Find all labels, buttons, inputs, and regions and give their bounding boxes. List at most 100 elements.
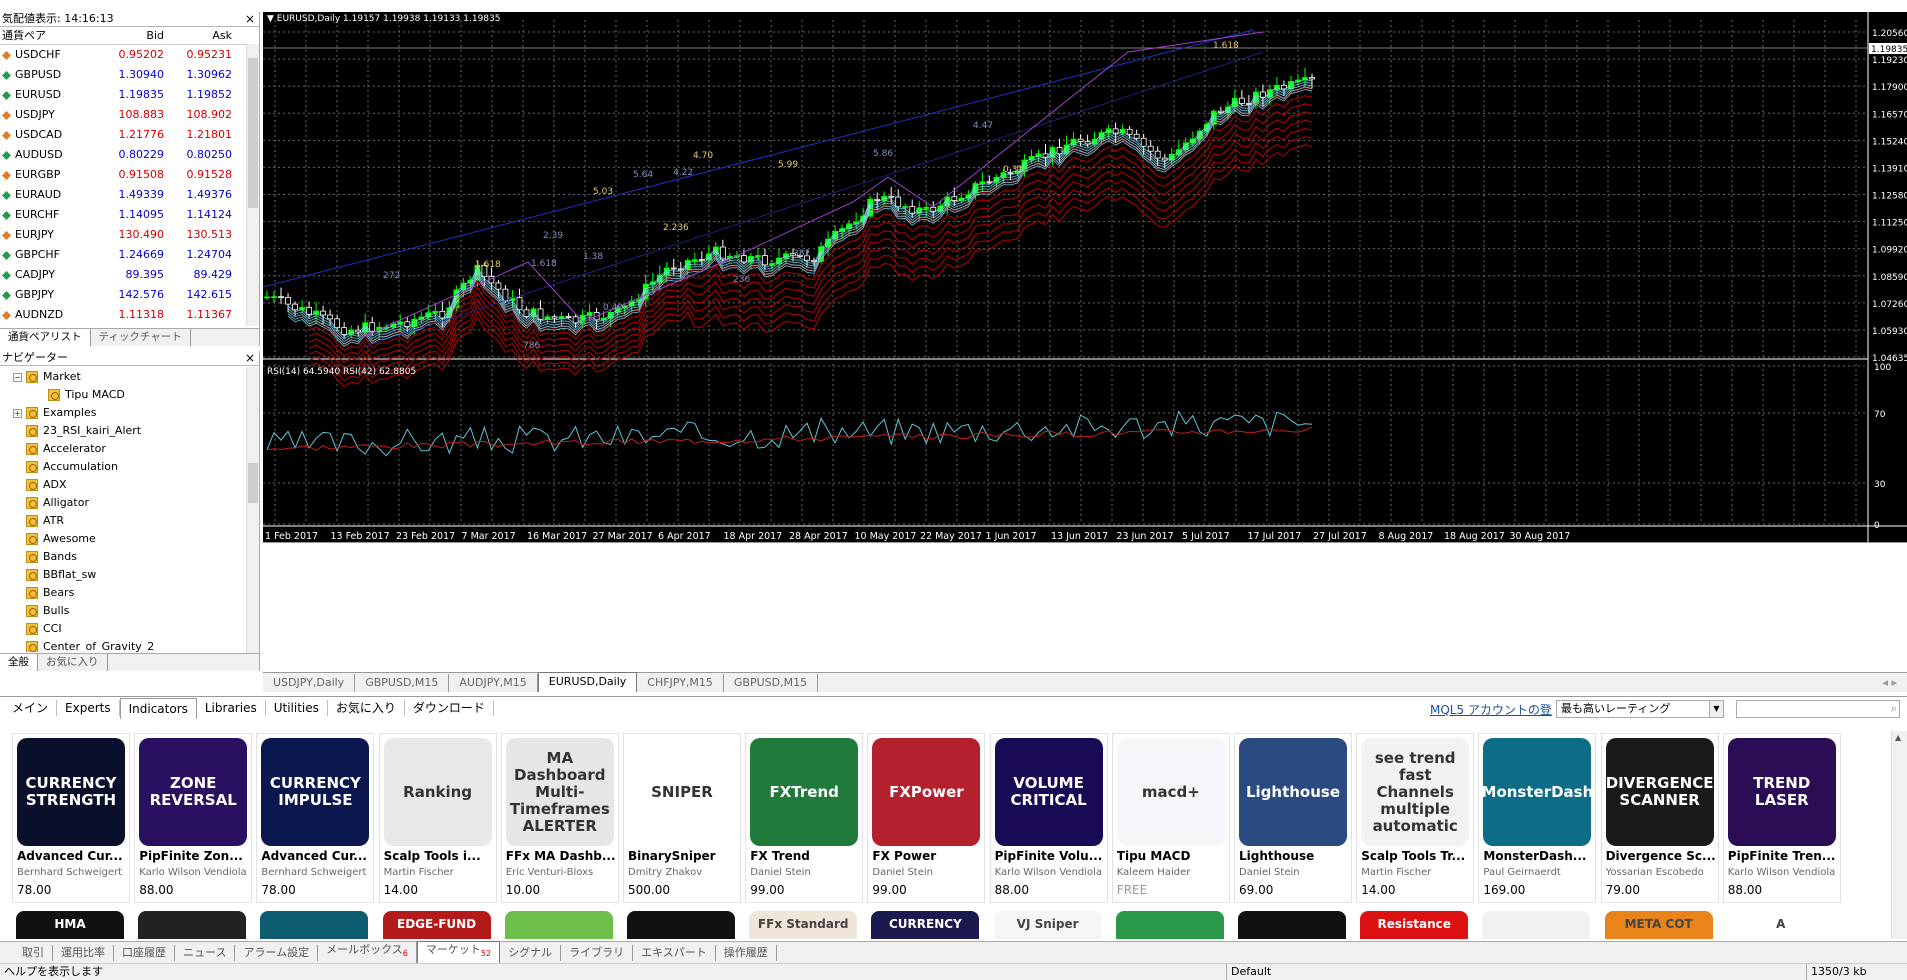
expand-icon[interactable]: + xyxy=(13,408,22,418)
chart-tab[interactable]: CHFJPY,M15 xyxy=(637,674,724,692)
product-card[interactable]: DIVERGENCE SCANNER Divergence Sc... Yossar… xyxy=(1600,733,1719,903)
terminal-tab[interactable]: マーケット52 xyxy=(416,941,501,964)
scroll-thumb[interactable] xyxy=(248,463,258,503)
terminal-tab[interactable]: 取引 xyxy=(14,944,53,961)
navigator-item[interactable]: Bulls xyxy=(0,602,259,620)
quote-row[interactable]: GBPJPY 142.576 142.615 xyxy=(0,285,259,305)
product-image[interactable]: FXPower xyxy=(872,738,981,846)
close-icon[interactable]: × xyxy=(245,351,255,365)
product-card[interactable]: macd+ Tipu MACD Kaleem Haider FREE xyxy=(1111,733,1230,903)
tab-favorites[interactable]: お気に入り xyxy=(38,654,108,671)
product-card[interactable]: TREND LASER PipFinite Tren... Karlo Wilson… xyxy=(1722,733,1841,903)
navigator-item[interactable]: Center_of_Gravity_2 xyxy=(0,638,259,652)
terminal-tab[interactable]: メールボックス6 xyxy=(318,942,417,963)
product-card[interactable]: Ranking Scalp Tools i... Martin Fischer 14.… xyxy=(378,733,497,903)
product-card-partial[interactable] xyxy=(138,911,247,939)
product-card-partial[interactable]: EDGE-FUND INSIDER REVEALS xyxy=(382,911,491,939)
product-card[interactable]: see trend fast Channels multiple automat… xyxy=(1356,733,1475,903)
terminal-tab[interactable]: 操作履歴 xyxy=(716,944,777,961)
product-card-partial[interactable] xyxy=(1482,911,1591,939)
tab-symbols[interactable]: 通貨ペアリスト xyxy=(0,329,91,346)
tab-scroll-icon[interactable]: ◂ ▸ xyxy=(1872,674,1907,692)
terminal-tab[interactable]: ニュース xyxy=(175,944,236,961)
navigator-item[interactable]: Accumulation xyxy=(0,458,259,476)
quote-row[interactable]: EURGBP 0.91508 0.91528 xyxy=(0,165,259,185)
product-name[interactable]: MonsterDash... xyxy=(1483,849,1595,863)
product-name[interactable]: Advanced Cur... xyxy=(261,849,373,863)
navigator-item[interactable]: Awesome xyxy=(0,530,259,548)
product-image[interactable]: Ranking xyxy=(383,738,492,846)
quote-row[interactable]: USDJPY 108.883 108.902 xyxy=(0,105,259,125)
terminal-tab[interactable]: ライブラリ xyxy=(561,944,634,961)
col-ask[interactable]: Ask xyxy=(168,27,236,44)
collapse-icon[interactable]: − xyxy=(13,372,22,382)
product-image[interactable]: CURRENCY STRENGTH xyxy=(17,738,125,846)
product-name[interactable]: Scalp Tools i... xyxy=(384,849,496,863)
product-card[interactable]: Lighthouse Lighthouse Daniel Stein 69.00 xyxy=(1234,733,1352,903)
terminal-tab[interactable]: エキスパート xyxy=(633,944,716,961)
product-card[interactable]: VOLUME CRITICAL PipFinite Volu... Karlo Wi… xyxy=(989,733,1108,903)
navigator-item[interactable]: Bands xyxy=(0,548,259,566)
product-card[interactable]: ZONE REVERSAL PipFinite Zon... Karlo Wilso… xyxy=(134,733,253,903)
product-name[interactable]: FFx MA Dashb... xyxy=(506,849,618,863)
chevron-down-icon[interactable]: ▼ xyxy=(1709,701,1723,717)
market-tab[interactable]: Utilities xyxy=(266,700,328,716)
product-card-partial[interactable]: A xyxy=(1726,911,1835,939)
product-card-partial[interactable]: HMA xyxy=(16,911,124,939)
navigator-item[interactable]: ADX xyxy=(0,476,259,494)
product-card[interactable]: FXPower FX Power Daniel Stein 99.00 xyxy=(867,733,986,903)
quote-row[interactable]: USDCAD 1.21776 1.21801 xyxy=(0,125,259,145)
product-card-partial[interactable]: CURRENCY xyxy=(871,911,980,939)
product-image[interactable]: see trend fast Channels multiple automat… xyxy=(1361,738,1470,846)
terminal-tab[interactable]: アラーム設定 xyxy=(235,944,319,961)
product-image[interactable]: DIVERGENCE SCANNER xyxy=(1605,738,1714,846)
product-name[interactable]: PipFinite Zon... xyxy=(139,849,251,863)
product-name[interactable]: Divergence Sc... xyxy=(1606,849,1718,863)
product-card-partial[interactable] xyxy=(504,911,613,939)
mql5-account-link[interactable]: MQL5 アカウントの登 xyxy=(1430,701,1552,718)
chart-canvas[interactable]: 1.20560 1.19230 1.17900 1.16570 1.15240 1.139… xyxy=(263,12,1907,672)
product-image[interactable]: Lighthouse xyxy=(1239,738,1347,846)
quote-row[interactable]: AUDNZD 1.11318 1.11367 xyxy=(0,305,259,325)
product-image[interactable]: SNIPER xyxy=(628,738,736,846)
search-input[interactable]: ⌕ xyxy=(1736,700,1900,718)
market-scrollbar[interactable]: ▲ xyxy=(1891,731,1907,939)
product-image[interactable]: ZONE REVERSAL xyxy=(139,738,248,846)
scroll-thumb[interactable] xyxy=(248,58,258,208)
quote-row[interactable]: EURJPY 130.490 130.513 xyxy=(0,225,259,245)
product-name[interactable]: Lighthouse xyxy=(1239,849,1351,863)
product-image[interactable]: macd+ xyxy=(1116,738,1225,846)
product-card-partial[interactable]: VJ Sniper xyxy=(993,911,1102,939)
search-icon[interactable]: ⌕ xyxy=(1891,702,1897,716)
chart-tab[interactable]: USDJPY,Daily xyxy=(263,674,356,692)
navigator-item[interactable]: Alligator xyxy=(0,494,259,512)
product-card[interactable]: FXTrend FX Trend Daniel Stein 99.00 xyxy=(745,733,864,903)
navigator-item[interactable]: BBflat_sw xyxy=(0,566,259,584)
col-symbol[interactable]: 通貨ペア xyxy=(0,27,100,44)
product-image[interactable]: CURRENCY IMPULSE xyxy=(261,738,370,846)
product-name[interactable]: Scalp Tools Tr... xyxy=(1361,849,1473,863)
navigator-item[interactable]: Accelerator xyxy=(0,440,259,458)
market-tab[interactable]: お気に入り xyxy=(328,700,405,716)
product-name[interactable]: PipFinite Tren... xyxy=(1728,849,1840,863)
quote-row[interactable]: EURAUD 1.49339 1.49376 xyxy=(0,185,259,205)
chart-tab[interactable]: GBPUSD,M15 xyxy=(724,674,819,692)
quote-row[interactable]: EURUSD 1.19835 1.19852 xyxy=(0,85,259,105)
chevron-up-icon[interactable]: ▲ xyxy=(1895,733,1901,742)
quote-row[interactable]: EURCHF 1.14095 1.14124 xyxy=(0,205,259,225)
quote-row[interactable]: AUDUSD 0.80229 0.80250 xyxy=(0,145,259,165)
quote-row[interactable]: GBPCHF 1.24669 1.24704 xyxy=(0,245,259,265)
terminal-tab[interactable]: シグナル xyxy=(500,944,562,961)
chart-tab[interactable]: GBPUSD,M15 xyxy=(355,674,450,692)
navigator-item[interactable]: 23_RSI_kairi_Alert xyxy=(0,422,259,440)
product-card[interactable]: SNIPER BinarySniper Dmitry Zhakov 500.00 xyxy=(623,733,741,903)
market-tab[interactable]: Indicators xyxy=(119,697,197,719)
product-card[interactable]: CURRENCY IMPULSE Advanced Cur... Bernhard … xyxy=(256,733,375,903)
quote-row[interactable]: USDCHF 0.95202 0.95231 xyxy=(0,45,259,65)
close-icon[interactable]: × xyxy=(245,12,255,26)
product-image[interactable]: MA Dashboard Multi-Timeframes ALERTER xyxy=(505,738,614,846)
product-card[interactable]: MA Dashboard Multi-Timeframes ALERTER FFx… xyxy=(500,733,619,903)
navigator-item[interactable]: Tipu MACD xyxy=(0,386,259,404)
product-card-partial[interactable] xyxy=(627,911,735,939)
product-image[interactable]: FXTrend xyxy=(750,738,859,846)
